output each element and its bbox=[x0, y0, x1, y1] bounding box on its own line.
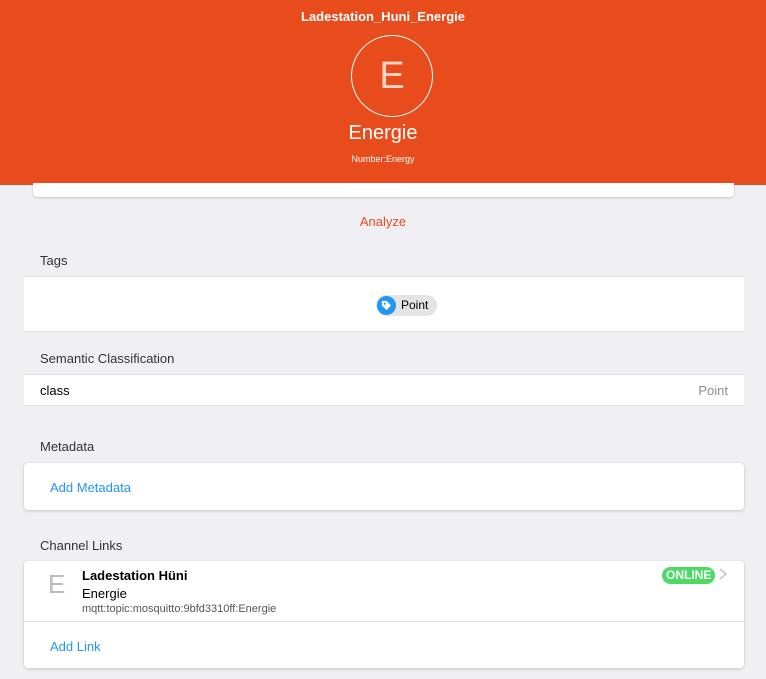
tag-chip-label: Point bbox=[401, 298, 429, 312]
add-link-button[interactable]: Add Link bbox=[50, 639, 101, 654]
item-state-card bbox=[33, 183, 734, 197]
tags-section-title: Tags bbox=[40, 253, 68, 268]
tag-chip-point[interactable]: Point bbox=[376, 295, 438, 316]
channel-label: Energie bbox=[82, 586, 127, 601]
item-label: Energie bbox=[348, 122, 418, 144]
item-type: Number:Energy bbox=[351, 154, 415, 164]
divider bbox=[24, 621, 744, 622]
channel-thing-label[interactable]: Ladestation Hüni bbox=[82, 568, 187, 583]
semantic-row: class Point bbox=[24, 374, 744, 406]
channel-icon: E bbox=[48, 569, 66, 599]
semantic-section-title: Semantic Classification bbox=[40, 351, 175, 366]
metadata-section-title: Metadata bbox=[40, 439, 95, 454]
tag-icon bbox=[377, 296, 396, 315]
chevron-right-icon[interactable] bbox=[718, 567, 728, 586]
page-title: Ladestation_Huni_Energie bbox=[301, 9, 465, 24]
channel-links-card: E Ladestation Hüni Energie mqtt:topic:mo… bbox=[24, 561, 744, 668]
semantic-value: Point bbox=[698, 383, 728, 398]
add-metadata-link[interactable]: Add Metadata bbox=[50, 480, 131, 495]
tags-list: Point bbox=[24, 276, 744, 332]
analyze-button[interactable]: Analyze bbox=[0, 214, 766, 229]
item-avatar: E bbox=[351, 35, 433, 117]
status-badge: ONLINE bbox=[662, 567, 716, 584]
item-header: Ladestation_Huni_Energie E Energie Numbe… bbox=[0, 0, 766, 185]
metadata-card: Add Metadata bbox=[24, 463, 744, 510]
channel-uid: mqtt:topic:mosquitto:9bfd3310ff:Energie bbox=[82, 603, 277, 615]
channel-links-section-title: Channel Links bbox=[40, 538, 123, 553]
semantic-key: class bbox=[40, 383, 70, 398]
